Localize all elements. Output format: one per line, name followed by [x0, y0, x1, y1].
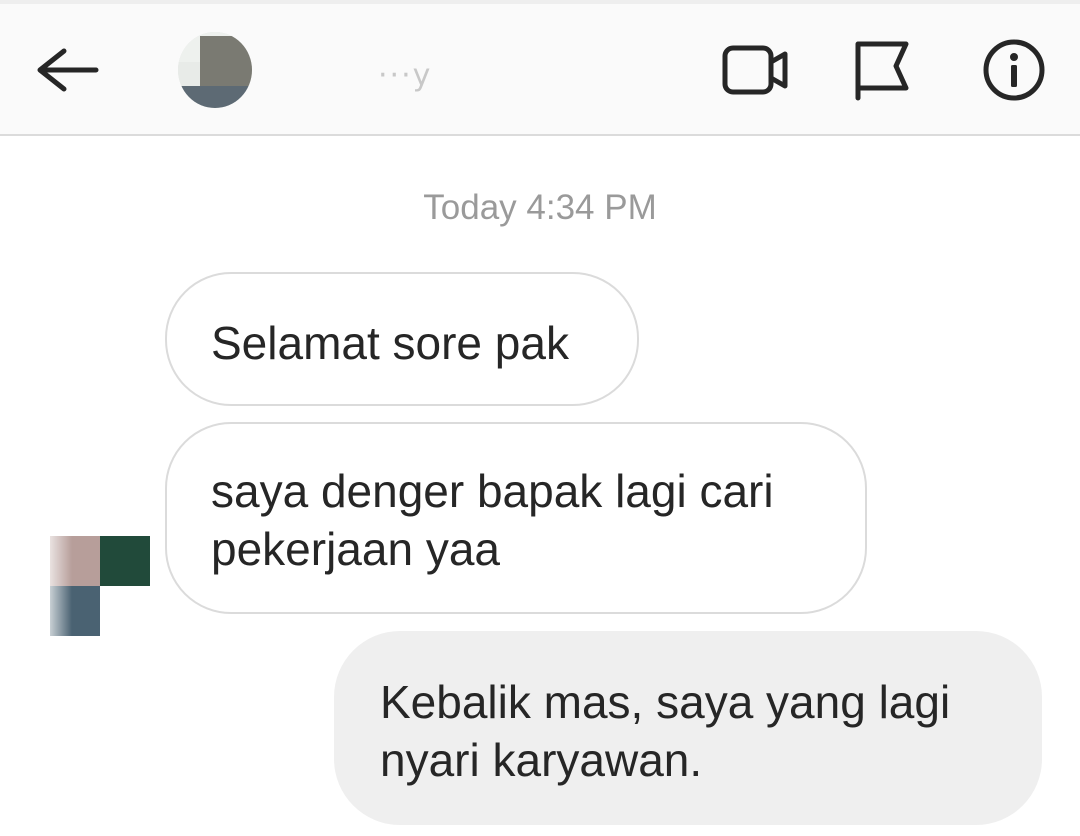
contact-username[interactable]: ···y [378, 58, 432, 93]
sender-avatar[interactable] [42, 534, 152, 638]
flag-icon [855, 41, 909, 101]
message-text: Kebalik mas, saya yang lagi nyari karyaw… [380, 676, 951, 786]
status-strip [0, 0, 1080, 4]
contact-avatar[interactable] [178, 32, 252, 108]
conversation-timestamp: Today 4:34 PM [423, 188, 657, 227]
arrow-left-icon [37, 48, 99, 92]
video-camera-icon [722, 45, 788, 95]
chat-header: ···y [0, 0, 1080, 136]
message-text: saya denger bapak lagi cari pekerjaan ya… [211, 465, 774, 575]
info-button[interactable] [976, 34, 1052, 106]
back-button[interactable] [24, 34, 104, 106]
outgoing-message-bubble[interactable]: Kebalik mas, saya yang lagi nyari karyaw… [334, 631, 1042, 825]
incoming-message-bubble[interactable]: Selamat sore pak [165, 272, 639, 406]
info-circle-icon [983, 39, 1045, 101]
message-text: Selamat sore pak [211, 317, 569, 369]
video-call-button[interactable] [714, 34, 798, 106]
report-button[interactable] [846, 34, 918, 106]
incoming-message-bubble[interactable]: saya denger bapak lagi cari pekerjaan ya… [165, 422, 867, 614]
